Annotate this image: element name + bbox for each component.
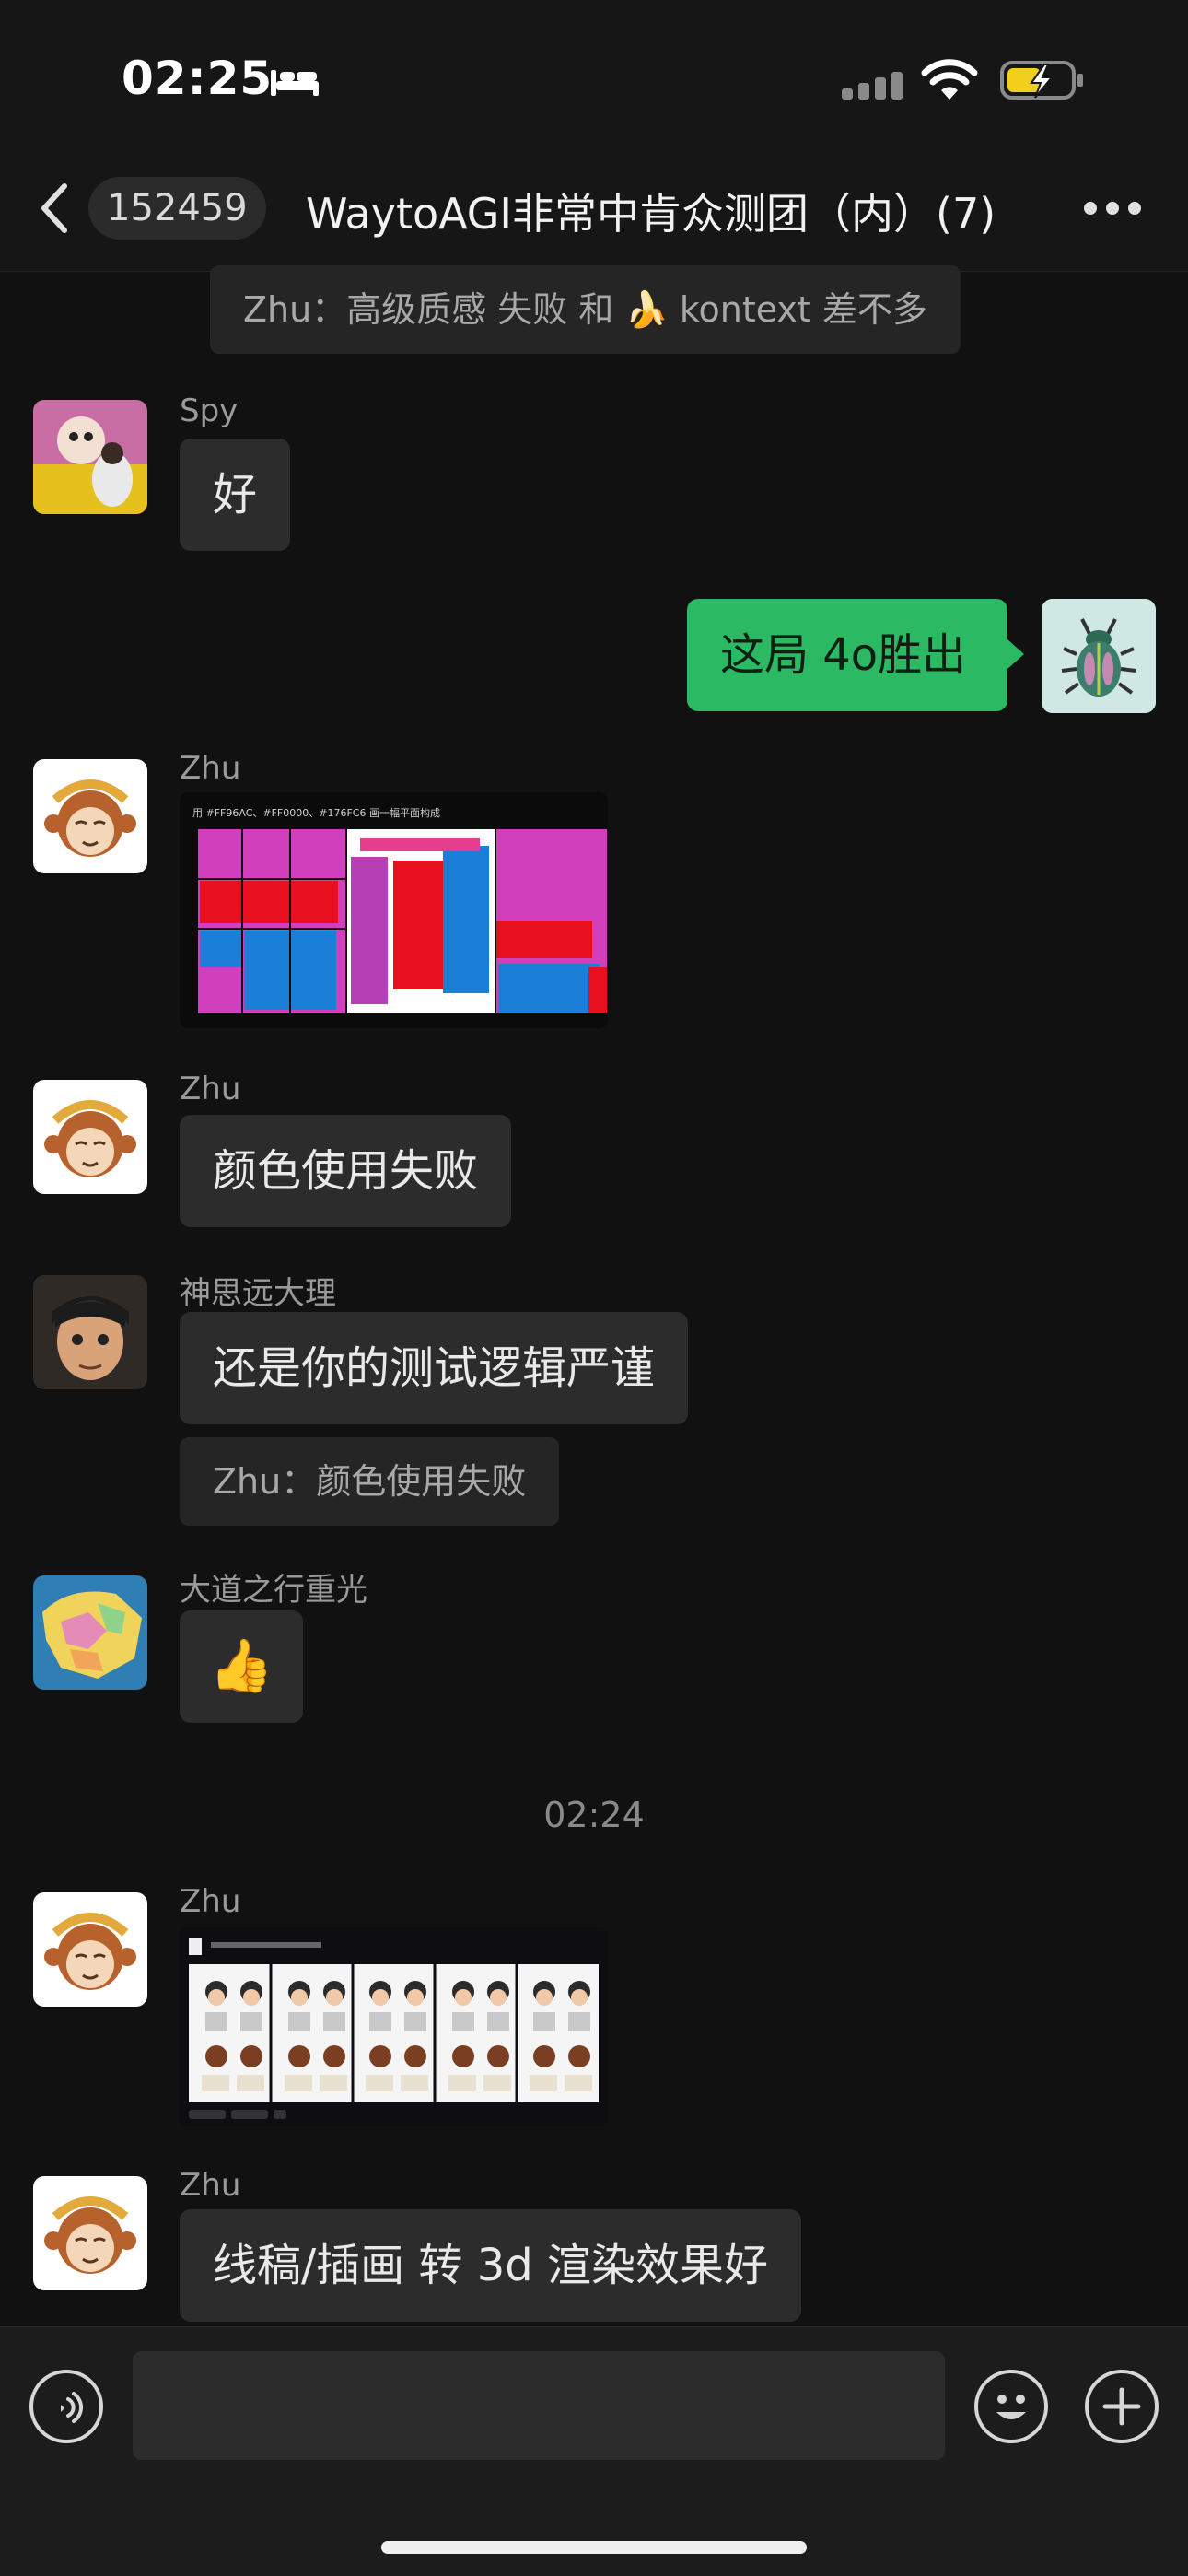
emoji-button[interactable]	[974, 2370, 1048, 2443]
back-chevron-icon[interactable]	[37, 181, 74, 236]
my-message-bubble[interactable]: 这局 4o胜出	[687, 599, 1007, 711]
image-caption: 用 #FF96AC、#FF0000、#176FC6 画一幅平面构成	[192, 806, 440, 819]
sender-name: Zhu	[180, 1071, 241, 1107]
unread-count-badge[interactable]: 152459	[88, 177, 266, 240]
add-icon	[1102, 2387, 1141, 2426]
battery-charging-icon	[1000, 61, 1083, 100]
sender-name: Spy	[180, 392, 239, 429]
message-bubble[interactable]: 线稿/插画 转 3d 渲染效果好	[180, 2209, 801, 2322]
voice-button[interactable]	[29, 2370, 103, 2443]
avatar-zhu[interactable]	[33, 1080, 147, 1194]
sender-name: Zhu	[180, 1883, 241, 1920]
avatar-dadao[interactable]	[33, 1575, 147, 1690]
status-time: 02:25	[122, 52, 274, 105]
message-input[interactable]	[133, 2351, 945, 2460]
more-dots-icon[interactable]	[1079, 197, 1146, 219]
home-indicator[interactable]	[381, 2541, 807, 2554]
add-button[interactable]	[1085, 2370, 1159, 2443]
quoted-message[interactable]: Zhu：颜色使用失败	[180, 1437, 560, 1526]
message-bubble[interactable]: 颜色使用失败	[180, 1115, 512, 1227]
my-avatar[interactable]	[1042, 599, 1156, 713]
chat-title: WaytoAGI非常中肯众测团（内）(7)	[306, 189, 996, 239]
bubble-tail	[1007, 639, 1024, 669]
sender-name: Zhu	[180, 2167, 241, 2204]
emoji-icon	[996, 2395, 1026, 2419]
image-message[interactable]	[180, 1927, 608, 2126]
avatar-zhu[interactable]	[33, 2176, 147, 2290]
sender-name: Zhu	[180, 750, 241, 787]
wifi-icon	[921, 59, 978, 100]
avatar-zhu[interactable]	[33, 759, 147, 873]
quoted-message[interactable]: Zhu：高级质感 失败 和 🍌 kontext 差不多	[210, 265, 961, 354]
bed-icon	[271, 70, 319, 96]
message-bubble[interactable]: 还是你的测试逻辑严谨	[180, 1312, 689, 1424]
sender-name: 神思远大理	[180, 1275, 336, 1312]
sender-name: 大道之行重光	[180, 1572, 367, 1609]
avatar-shensiyuan[interactable]	[33, 1275, 147, 1389]
timestamp: 02:24	[543, 1795, 645, 1835]
avatar-spy[interactable]	[33, 400, 147, 514]
avatar-zhu[interactable]	[33, 1892, 147, 2007]
image-message[interactable]: 用 #FF96AC、#FF0000、#176FC6 画一幅平面构成	[180, 792, 608, 1028]
voice-icon	[61, 2392, 83, 2423]
thumbs-up-message[interactable]: 👍	[180, 1610, 303, 1723]
message-bubble[interactable]: 好	[180, 439, 291, 551]
signal-icon	[842, 72, 903, 100]
